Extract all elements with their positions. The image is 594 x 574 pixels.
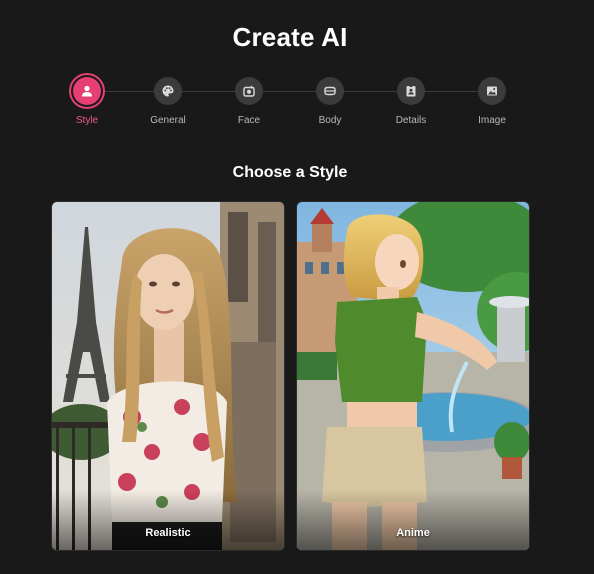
stepper: Style General Face Body Details Image <box>0 76 594 136</box>
step-details[interactable]: Details <box>376 76 446 126</box>
person-icon <box>73 77 101 105</box>
card-gradient <box>297 490 529 550</box>
style-label: Realistic <box>145 527 191 539</box>
step-label: General <box>150 115 186 126</box>
step-body[interactable]: Body <box>295 76 365 126</box>
step-label: Face <box>237 115 261 126</box>
create-ai-page: Create AI Style General Face Body Detail… <box>0 0 594 574</box>
page-title: Create AI <box>232 22 348 52</box>
body-icon <box>316 77 344 105</box>
style-card-realistic[interactable]: Realistic <box>51 201 285 551</box>
section-title: Choose a Style <box>232 164 348 181</box>
step-face[interactable]: Face <box>214 76 284 126</box>
style-label: Anime <box>396 527 430 539</box>
palette-icon <box>154 77 182 105</box>
step-general[interactable]: General <box>133 76 203 126</box>
step-image[interactable]: Image <box>457 76 527 126</box>
step-label: Details <box>395 115 427 126</box>
badge-icon <box>397 77 425 105</box>
face-camera-icon <box>235 77 263 105</box>
style-card-anime[interactable]: Anime <box>296 201 530 551</box>
step-label: Body <box>318 115 342 126</box>
step-style[interactable]: Style <box>52 76 122 126</box>
step-label: Image <box>478 115 506 126</box>
step-label: Style <box>75 115 99 126</box>
image-icon <box>478 77 506 105</box>
card-gradient <box>52 490 284 550</box>
